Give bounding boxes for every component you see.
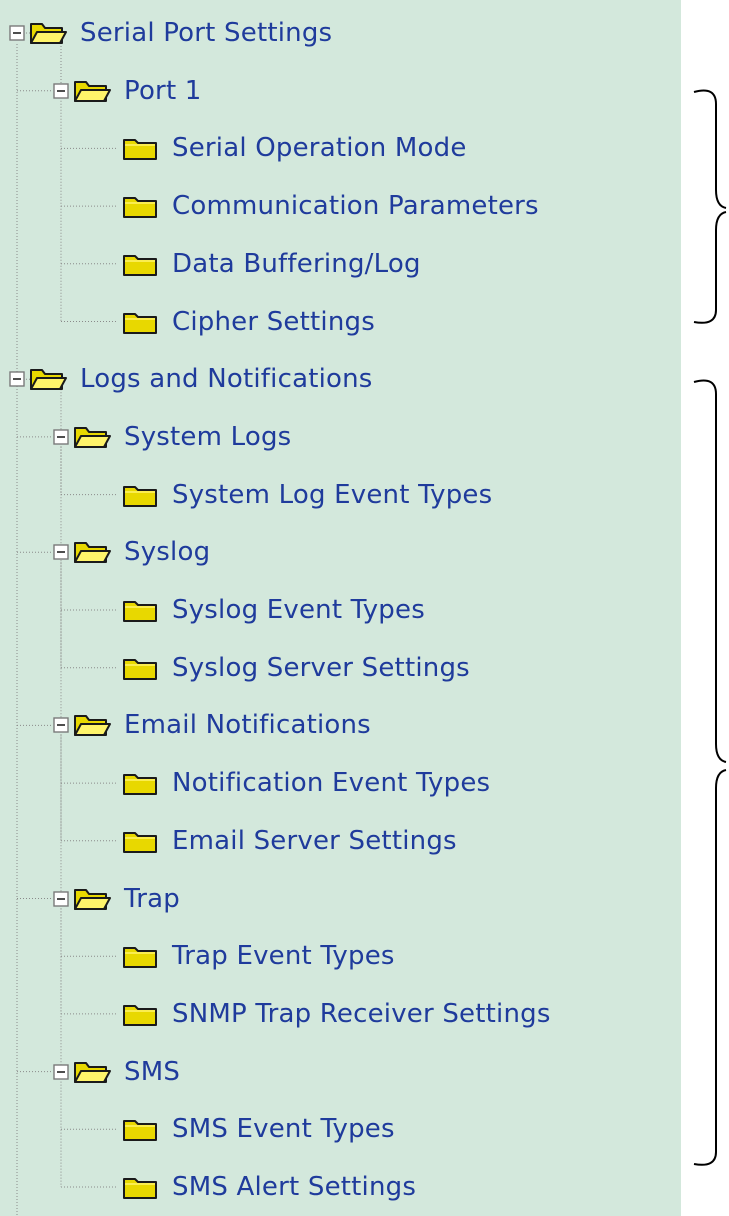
bracket-1 [693,89,727,209]
collapse-minus-icon[interactable] [8,24,26,42]
navigation-tree-panel: Serial Port Settings Port 1 Serial Operati… [0,0,681,1216]
tree-item-system-logs[interactable]: System Logs [52,417,291,457]
tree-item-label[interactable]: Trap [124,884,180,914]
collapse-minus-icon[interactable] [52,890,70,908]
collapse-minus-icon[interactable] [8,370,26,388]
collapse-minus-icon[interactable] [52,428,70,446]
tree-item-email-notifications[interactable]: Email Notifications [52,705,371,745]
folder-open-icon [28,19,68,47]
folder-closed-icon [120,827,160,855]
tree-item-label[interactable]: SMS [124,1057,180,1087]
tree-item-label[interactable]: SMS Event Types [172,1114,395,1144]
folder-closed-icon [120,596,160,624]
tree-item-label[interactable]: Syslog Server Settings [172,653,470,683]
tree-item-trap[interactable]: Trap [52,879,180,919]
tree-item-logs-and-notifications[interactable]: Logs and Notifications [8,359,373,399]
bracket-3 [693,379,727,763]
tree-item-label[interactable]: System Log Event Types [172,480,492,510]
tree-item-sms-alert-settings[interactable]: SMS Alert Settings [100,1167,416,1207]
tree-item-serial-port-settings[interactable]: Serial Port Settings [8,13,332,53]
folder-closed-icon [120,1115,160,1143]
folder-closed-icon [120,250,160,278]
collapse-minus-icon[interactable] [52,716,70,734]
tree-item-syslog-event-types[interactable]: Syslog Event Types [100,590,425,630]
folder-closed-icon [120,769,160,797]
tree-item-port-1[interactable]: Port 1 [52,71,202,111]
tree-item-label[interactable]: Notification Event Types [172,768,490,798]
folder-closed-icon [120,481,160,509]
tree-item-sms-event-types[interactable]: SMS Event Types [100,1109,395,1149]
tree-item-syslog[interactable]: Syslog [52,532,210,572]
tree-item-label[interactable]: Email Notifications [124,710,371,740]
folder-open-icon [28,365,68,393]
folder-closed-icon [120,192,160,220]
tree-item-cipher-settings[interactable]: Cipher Settings [100,302,375,342]
tree-item-label[interactable]: System Logs [124,422,291,452]
folder-open-icon [72,423,112,451]
folder-open-icon [72,538,112,566]
tree-item-label[interactable]: SNMP Trap Receiver Settings [172,999,551,1029]
tree-item-label[interactable]: Syslog [124,537,210,567]
tree-item-label[interactable]: Communication Parameters [172,191,539,221]
collapse-minus-icon[interactable] [52,82,70,100]
folder-closed-icon [120,942,160,970]
tree-item-serial-operation-mode[interactable]: Serial Operation Mode [100,128,467,168]
tree-item-label[interactable]: Serial Operation Mode [172,133,467,163]
folder-closed-icon [120,1000,160,1028]
folder-closed-icon [120,134,160,162]
tree-item-trap-event-types[interactable]: Trap Event Types [100,936,395,976]
folder-closed-icon [120,1173,160,1201]
tree-item-label[interactable]: Data Buffering/Log [172,249,421,279]
folder-closed-icon [120,308,160,336]
tree-item-label[interactable]: Syslog Event Types [172,595,425,625]
bracket-4 [693,769,727,1166]
tree-item-syslog-server-settings[interactable]: Syslog Server Settings [100,648,470,688]
folder-open-icon [72,77,112,105]
bracket-2 [693,211,727,324]
collapse-minus-icon[interactable] [52,543,70,561]
folder-closed-icon [120,654,160,682]
tree-item-label[interactable]: Logs and Notifications [80,364,373,394]
tree-item-notification-event-types[interactable]: Notification Event Types [100,763,490,803]
collapse-minus-icon[interactable] [52,1063,70,1081]
tree-item-snmp-trap-receiver-settings[interactable]: SNMP Trap Receiver Settings [100,994,551,1034]
folder-open-icon [72,1058,112,1086]
tree-item-system-log-event-types[interactable]: System Log Event Types [100,475,492,515]
folder-open-icon [72,885,112,913]
tree-item-label[interactable]: Port 1 [124,76,202,106]
tree-item-label[interactable]: Serial Port Settings [80,18,332,48]
tree-item-label[interactable]: Cipher Settings [172,307,375,337]
tree-item-communication-parameters[interactable]: Communication Parameters [100,186,539,226]
folder-open-icon [72,711,112,739]
tree-item-data-buffering-log[interactable]: Data Buffering/Log [100,244,421,284]
tree-item-email-server-settings[interactable]: Email Server Settings [100,821,457,861]
tree-item-label[interactable]: SMS Alert Settings [172,1172,416,1202]
tree-item-label[interactable]: Trap Event Types [172,941,395,971]
tree-item-label[interactable]: Email Server Settings [172,826,457,856]
tree-item-sms[interactable]: SMS [52,1052,180,1092]
